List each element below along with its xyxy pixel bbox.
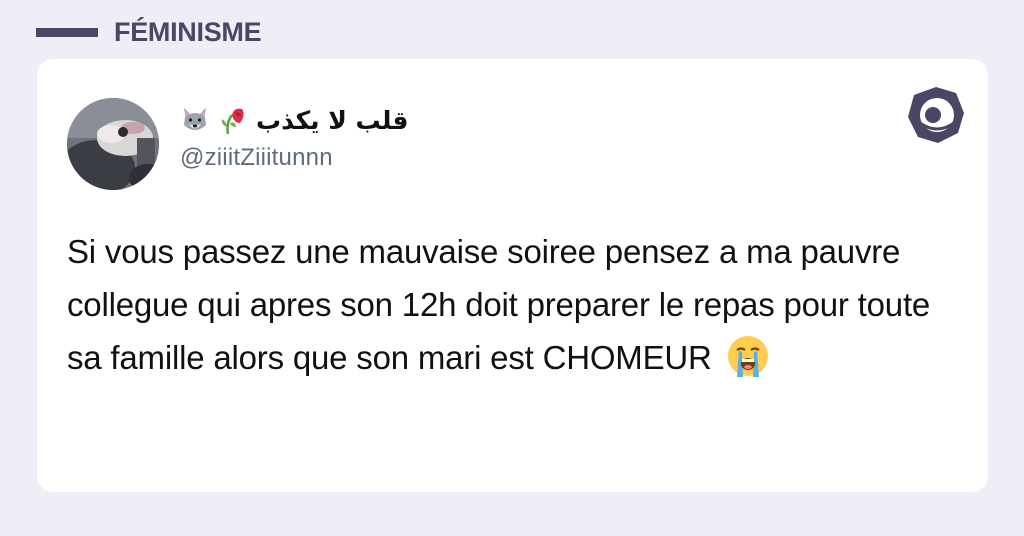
brand-logo-icon bbox=[904, 83, 968, 147]
tweet-body: Si vous passez une mauvaise soiree pense… bbox=[67, 233, 931, 376]
tweet-card: قلب لا يكذب @ziiitZiiitunnn Si vous pass… bbox=[37, 59, 988, 492]
display-name-row[interactable]: قلب لا يكذب bbox=[180, 102, 409, 138]
loudly-crying-face-emoji-icon bbox=[725, 333, 771, 379]
wolf-face-emoji-icon bbox=[180, 105, 210, 135]
wilted-rose-emoji-icon bbox=[218, 105, 248, 135]
author-block: قلب لا يكذب @ziiitZiiitunnn bbox=[180, 102, 409, 172]
tweet-text: Si vous passez une mauvaise soiree pense… bbox=[67, 225, 967, 384]
avatar[interactable] bbox=[67, 98, 159, 190]
user-handle[interactable]: @ziiitZiiitunnn bbox=[180, 144, 409, 172]
category-header: FÉMINISME bbox=[36, 14, 262, 50]
display-name: قلب لا يكذب bbox=[256, 105, 409, 135]
category-accent-bar bbox=[36, 27, 98, 37]
category-label: FÉMINISME bbox=[114, 16, 262, 47]
avatar-photo-icon bbox=[67, 98, 159, 190]
